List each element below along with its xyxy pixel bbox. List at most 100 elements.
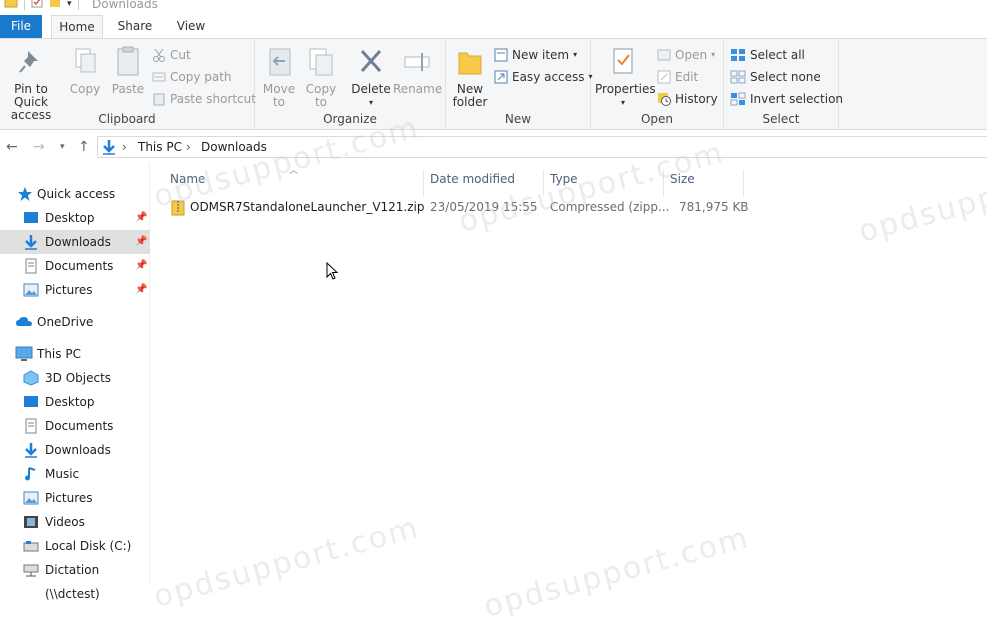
new-item-label: New item — [512, 48, 570, 62]
copy-path-button[interactable]: Copy path — [152, 67, 232, 87]
title-bar: ▾ Downloads — [0, 0, 987, 12]
properties-dropdown-icon[interactable]: ▾ — [595, 96, 651, 109]
nav-quick-downloads[interactable]: Downloads 📌 — [0, 230, 150, 254]
tab-home[interactable]: Home — [51, 15, 103, 39]
music-note-icon — [25, 467, 36, 481]
nav-pc-local-disk[interactable]: Local Disk (C:) — [0, 534, 150, 558]
nav-pc-documents[interactable]: Documents — [0, 414, 150, 438]
rename-button[interactable]: Rename — [393, 45, 442, 96]
tab-view[interactable]: View — [168, 15, 214, 39]
nav-onedrive-label: OneDrive — [37, 315, 94, 329]
properties-button[interactable]: Properties ▾ — [595, 45, 656, 109]
ribbon: Pin to Quick access Copy Paste Cut Copy … — [0, 38, 987, 130]
film-icon — [24, 516, 38, 528]
copy-path-label: Copy path — [170, 70, 232, 84]
paste-button[interactable]: Paste — [110, 45, 146, 96]
cloud-icon — [16, 317, 32, 326]
customize-qa-chevron-icon[interactable]: ▾ — [67, 0, 72, 9]
new-folder-qa-icon[interactable] — [49, 0, 61, 11]
downloads-icon — [25, 235, 37, 250]
mouse-cursor-icon — [326, 262, 339, 280]
history-icon — [658, 93, 671, 106]
history-button[interactable]: History — [657, 89, 718, 109]
explorer-icon[interactable] — [4, 0, 18, 11]
properties-icon — [613, 48, 633, 74]
nav-pc-pictures[interactable]: Pictures — [0, 486, 150, 510]
nav-quick-pictures[interactable]: Pictures 📌 — [0, 278, 150, 302]
open-button[interactable]: Open ▾ — [657, 45, 715, 65]
nav-quick-desktop[interactable]: Desktop 📌 — [0, 206, 150, 230]
nav-pc-pictures-label: Pictures — [45, 491, 93, 505]
nav-this-pc[interactable]: This PC — [0, 342, 150, 366]
nav-pc-desktop[interactable]: Desktop — [0, 390, 150, 414]
pin-icon: 📌 — [135, 284, 148, 295]
recent-locations-chevron-icon[interactable]: ▾ — [60, 142, 65, 152]
paste-shortcut-button[interactable]: Paste shortcut — [152, 89, 256, 109]
nav-quick-access[interactable]: Quick access — [0, 182, 150, 206]
new-item-button[interactable]: New item ▾ — [494, 45, 577, 65]
address-bar[interactable]: › This PC › Downloads — [97, 136, 987, 158]
delete-dropdown-icon[interactable]: ▾ — [351, 96, 391, 109]
breadcrumb-downloads[interactable]: Downloads — [201, 140, 267, 154]
move-to-button[interactable]: Move to — [261, 45, 297, 109]
delete-button[interactable]: Delete ▾ — [351, 45, 391, 109]
select-all-button[interactable]: Select all — [730, 45, 805, 65]
file-date-modified: 23/05/2019 15:55 — [430, 200, 538, 214]
edit-button[interactable]: Edit — [657, 67, 698, 87]
column-header-type[interactable]: Type — [544, 170, 664, 196]
select-none-label: Select none — [750, 70, 821, 84]
new-folder-label: New folder — [452, 82, 488, 109]
copy-to-label: Copy to — [305, 82, 337, 109]
nav-pc-videos[interactable]: Videos — [0, 510, 150, 534]
hard-drive-icon — [23, 541, 39, 552]
file-row[interactable]: ODMSR7StandaloneLauncher_V121.zip 23/05/… — [167, 197, 749, 219]
nav-quick-access-label: Quick access — [37, 187, 116, 201]
nav-pc-downloads[interactable]: Downloads — [0, 438, 150, 462]
pin-icon: 📌 — [135, 236, 148, 247]
nav-onedrive[interactable]: OneDrive — [0, 310, 150, 334]
up-arrow-icon[interactable]: ↑ — [78, 139, 90, 155]
copy-to-icon — [309, 48, 333, 76]
open-group: Properties ▾ Open ▾ Edit History Open — [591, 39, 724, 129]
network-drive-icon — [23, 564, 39, 577]
downloads-arrow-icon — [103, 140, 115, 155]
properties-qa-icon[interactable] — [31, 0, 43, 11]
back-arrow-icon[interactable]: ← — [6, 139, 18, 155]
file-list-pane: ︿ Name Date modified Type Size ODMSR7Sta… — [151, 163, 987, 584]
breadcrumb-separator: › — [122, 140, 127, 154]
move-to-label: Move to — [262, 82, 296, 109]
open-dropdown-icon: ▾ — [711, 50, 716, 59]
column-header-name[interactable]: Name — [164, 170, 424, 196]
navigation-pane: Quick access Desktop 📌 Downloads 📌 Docum… — [0, 163, 150, 601]
column-header-size[interactable]: Size — [664, 170, 744, 196]
delete-label: Delete — [351, 82, 391, 96]
file-name: ODMSR7StandaloneLauncher_V121.zip — [190, 200, 425, 214]
nav-quick-documents[interactable]: Documents 📌 — [0, 254, 150, 278]
nav-pc-music[interactable]: Music — [0, 462, 150, 486]
nav-pc-network-drive[interactable]: Dictation (\\dctest) — [0, 558, 150, 601]
desktop-icon — [24, 212, 38, 223]
breadcrumb-this-pc[interactable]: This PC — [138, 140, 182, 154]
copy-to-button[interactable]: Copy to — [303, 45, 339, 109]
invert-selection-button[interactable]: Invert selection — [730, 89, 843, 109]
qa-separator — [24, 0, 25, 10]
tab-share[interactable]: Share — [111, 15, 159, 39]
clipboard-group: Pin to Quick access Copy Paste Cut Copy … — [0, 39, 256, 129]
copy-button[interactable]: Copy — [68, 45, 102, 96]
new-item-dropdown-icon: ▾ — [573, 50, 578, 59]
easy-access-button[interactable]: Easy access ▾ — [494, 67, 593, 87]
column-header-date-modified[interactable]: Date modified — [424, 170, 544, 196]
pin-icon: 📌 — [135, 212, 148, 223]
paste-icon — [117, 46, 139, 76]
cut-button[interactable]: Cut — [152, 45, 191, 65]
pin-to-quick-access-button[interactable]: Pin to Quick access — [0, 45, 62, 122]
select-none-button[interactable]: Select none — [730, 67, 821, 87]
organize-group: Move to Copy to Delete ▾ Rename Organize — [255, 39, 446, 129]
delete-x-icon — [360, 49, 382, 73]
tab-file[interactable]: File — [0, 15, 42, 39]
nav-pc-3d-objects[interactable]: 3D Objects — [0, 366, 150, 390]
organize-group-label: Organize — [323, 112, 377, 126]
forward-arrow-icon[interactable]: → — [33, 139, 45, 155]
file-type: Compressed (zipp... — [550, 200, 670, 214]
new-folder-button[interactable]: New folder — [452, 45, 488, 109]
